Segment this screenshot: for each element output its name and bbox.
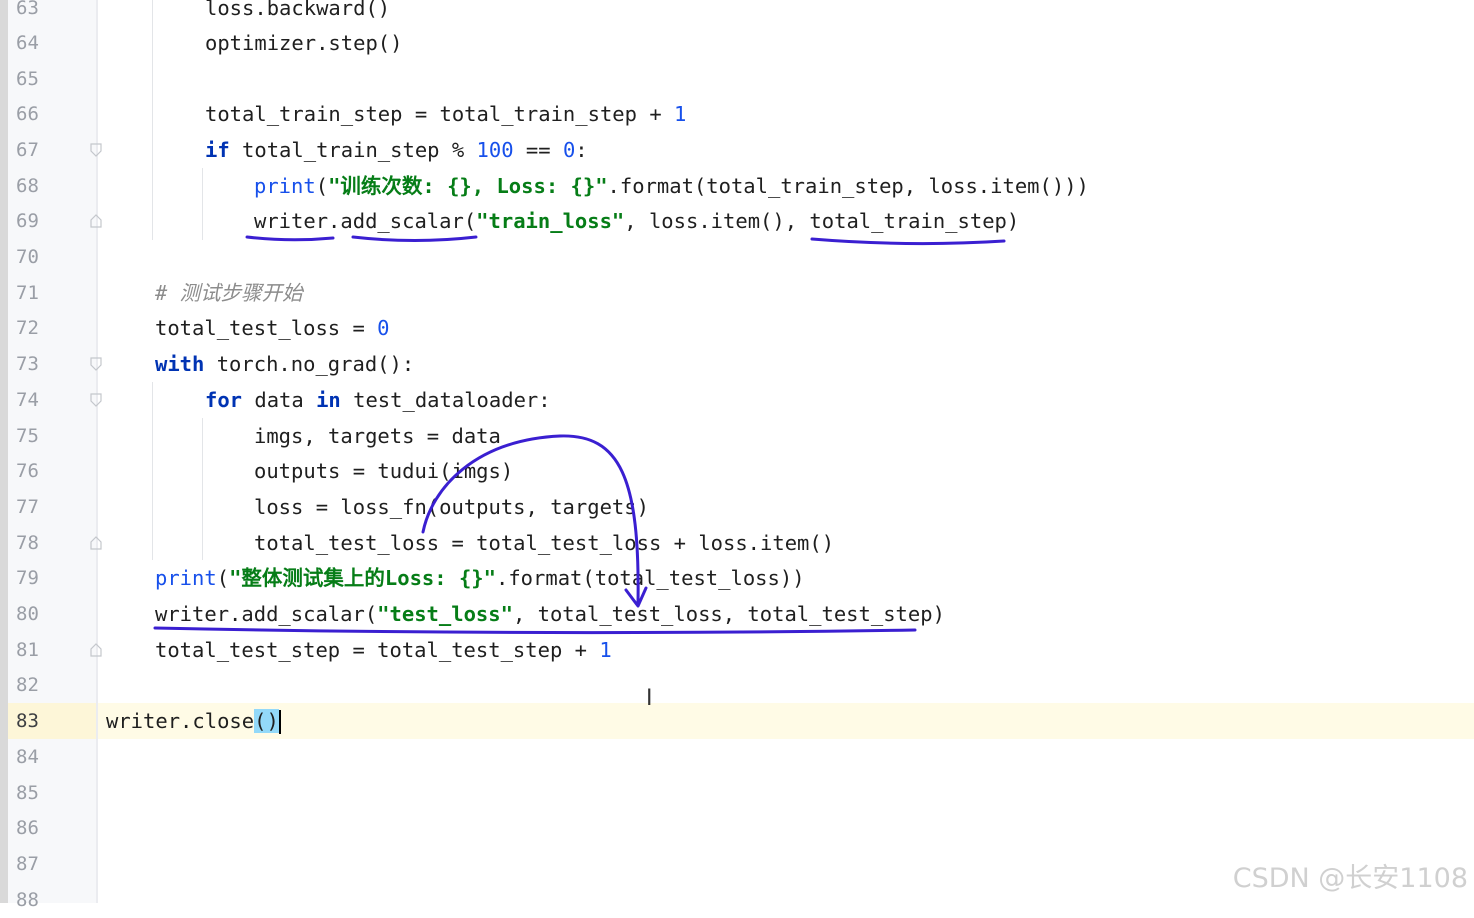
handwritten-annotations (153, 235, 1006, 635)
underline-test-add-scalar (153, 626, 917, 635)
watermark-text: CSDN @长安1108 (1232, 863, 1468, 894)
arrowhead-icon (624, 586, 648, 608)
underline-writer (245, 235, 335, 242)
curved-arrow-stroke (421, 434, 640, 606)
underline-total-train-step (810, 237, 1006, 246)
underline-add-scalar (351, 235, 478, 242)
